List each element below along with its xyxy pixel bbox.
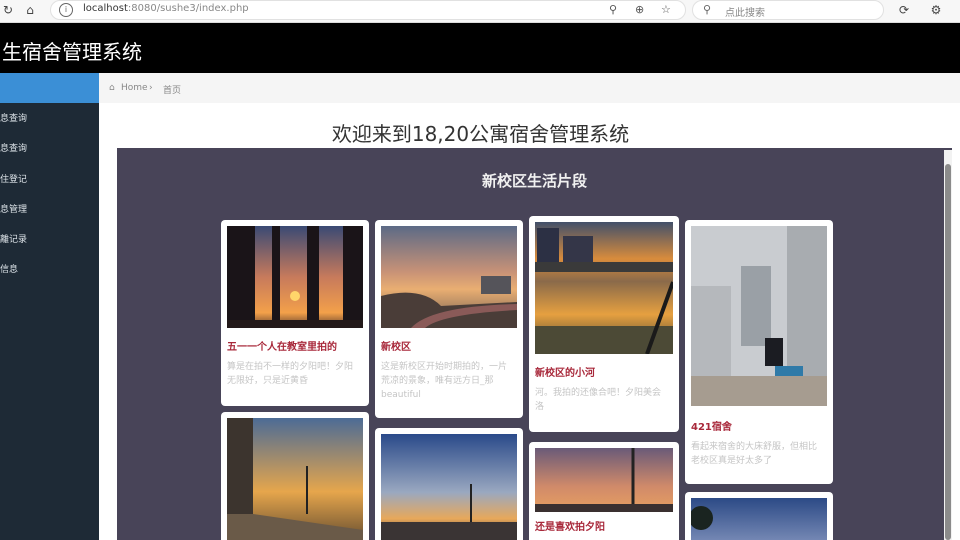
url-text: localhost:8080/sushe3/index.php xyxy=(83,3,249,14)
gallery-card[interactable]: 新校区 这是新校区开始时期拍的，一片荒凉的景象，唯有远方日_那beautiful xyxy=(375,220,523,418)
card-title[interactable]: 新校区的小河 xyxy=(535,364,595,379)
scrollbar-thumb[interactable] xyxy=(945,164,951,540)
card-title[interactable]: 还是喜欢拍夕阳 xyxy=(535,518,605,533)
address-bar[interactable]: i localhost:8080/sushe3/index.php ⚲ ⊕ ☆ xyxy=(50,0,686,20)
card-title[interactable]: 新校区 xyxy=(381,338,411,353)
photo-river-sunset xyxy=(535,222,673,354)
card-desc: 河。我拍的还像合吧！夕阳美会洛 xyxy=(535,388,662,412)
home-icon[interactable]: ⌂ xyxy=(109,83,115,93)
sidebar-item-2[interactable]: 息查询 xyxy=(0,134,99,164)
app-title: 生宿舍管理系统 xyxy=(2,40,142,64)
card-title[interactable]: 421宿舍 xyxy=(691,418,732,433)
sidebar-item-6[interactable]: 信息 xyxy=(0,255,99,285)
gallery-card[interactable] xyxy=(685,492,833,540)
photo-tree-sky xyxy=(691,498,827,540)
browser-search[interactable]: ⚲ 点此搜索 xyxy=(692,0,884,20)
gallery-card[interactable] xyxy=(375,428,523,540)
home-icon[interactable]: ⌂ xyxy=(22,2,38,18)
search-input[interactable]: 点此搜索 xyxy=(725,4,765,19)
gallery-card[interactable]: 五一一个人在教室里拍的 算是在拍不一样的夕阳吧！夕阳无限好，只是近黄昏 xyxy=(221,220,369,406)
zoom-icon[interactable]: ⚲ xyxy=(609,3,617,16)
extension-icon[interactable]: ⟳ xyxy=(896,2,912,18)
card-desc: 这是新校区开始时期拍的，一片荒凉的景象，唯有远方日_那beautiful xyxy=(381,362,508,400)
photo-sunset-tower xyxy=(535,448,673,512)
photo-dorm-room xyxy=(691,226,827,406)
gallery-card[interactable]: 还是喜欢拍夕阳 xyxy=(529,442,679,540)
sidebar-active-item[interactable] xyxy=(0,73,99,103)
refresh-icon[interactable]: ↻ xyxy=(0,2,16,18)
info-icon[interactable]: i xyxy=(59,3,73,17)
photo-campus-dusk xyxy=(381,434,517,540)
sidebar-item-4[interactable]: 息管理 xyxy=(0,195,99,225)
card-desc: 看起来宿舍的大床舒服，但相比老校区真是好太多了 xyxy=(691,442,818,466)
breadcrumb-current: 首页 xyxy=(163,86,182,96)
breadcrumb-home[interactable]: Home xyxy=(121,83,148,93)
breadcrumb-separator: › xyxy=(149,83,153,93)
star-icon[interactable]: ☆ xyxy=(661,3,671,16)
page-title: 欢迎来到18,20公寓宿舍管理系统 xyxy=(331,122,630,146)
gallery-card[interactable] xyxy=(221,412,369,540)
translate-icon[interactable]: ⊕ xyxy=(635,3,644,16)
app-header: 生宿舍管理系统 xyxy=(0,23,960,73)
gallery-panel: 新校区生活片段 五一一个人在教室里拍的 算是在拍不一样的夕阳吧！夕阳无限好，只是… xyxy=(117,148,952,540)
card-desc: 算是在拍不一样的夕阳吧！夕阳无限好，只是近黄昏 xyxy=(227,362,354,386)
card-title[interactable]: 五一一个人在教室里拍的 xyxy=(227,338,337,353)
photo-sunset-window xyxy=(227,226,363,328)
browser-toolbar: ↻ ⌂ i localhost:8080/sushe3/index.php ⚲ … xyxy=(0,0,960,23)
gallery-card[interactable]: 新校区的小河 河。我拍的还像合吧！夕阳美会洛 xyxy=(529,216,679,432)
sidebar: 息查询 息查询 住登记 息管理 離记录 信息 xyxy=(0,73,99,540)
sidebar-item-1[interactable]: 息查询 xyxy=(0,104,99,134)
photo-new-campus xyxy=(381,226,517,328)
sidebar-item-3[interactable]: 住登记 xyxy=(0,165,99,195)
settings-icon[interactable]: ⚙ xyxy=(928,2,944,18)
search-icon: ⚲ xyxy=(703,3,712,16)
photo-sunset-street xyxy=(227,418,363,540)
gallery-card[interactable]: 421宿舍 看起来宿舍的大床舒服，但相比老校区真是好太多了 xyxy=(685,220,833,484)
sidebar-item-5[interactable]: 離记录 xyxy=(0,225,99,255)
breadcrumb: ⌂ Home › 首页 xyxy=(99,73,960,103)
section-title: 新校区生活片段 xyxy=(481,172,587,190)
vertical-scrollbar[interactable] xyxy=(944,150,952,540)
